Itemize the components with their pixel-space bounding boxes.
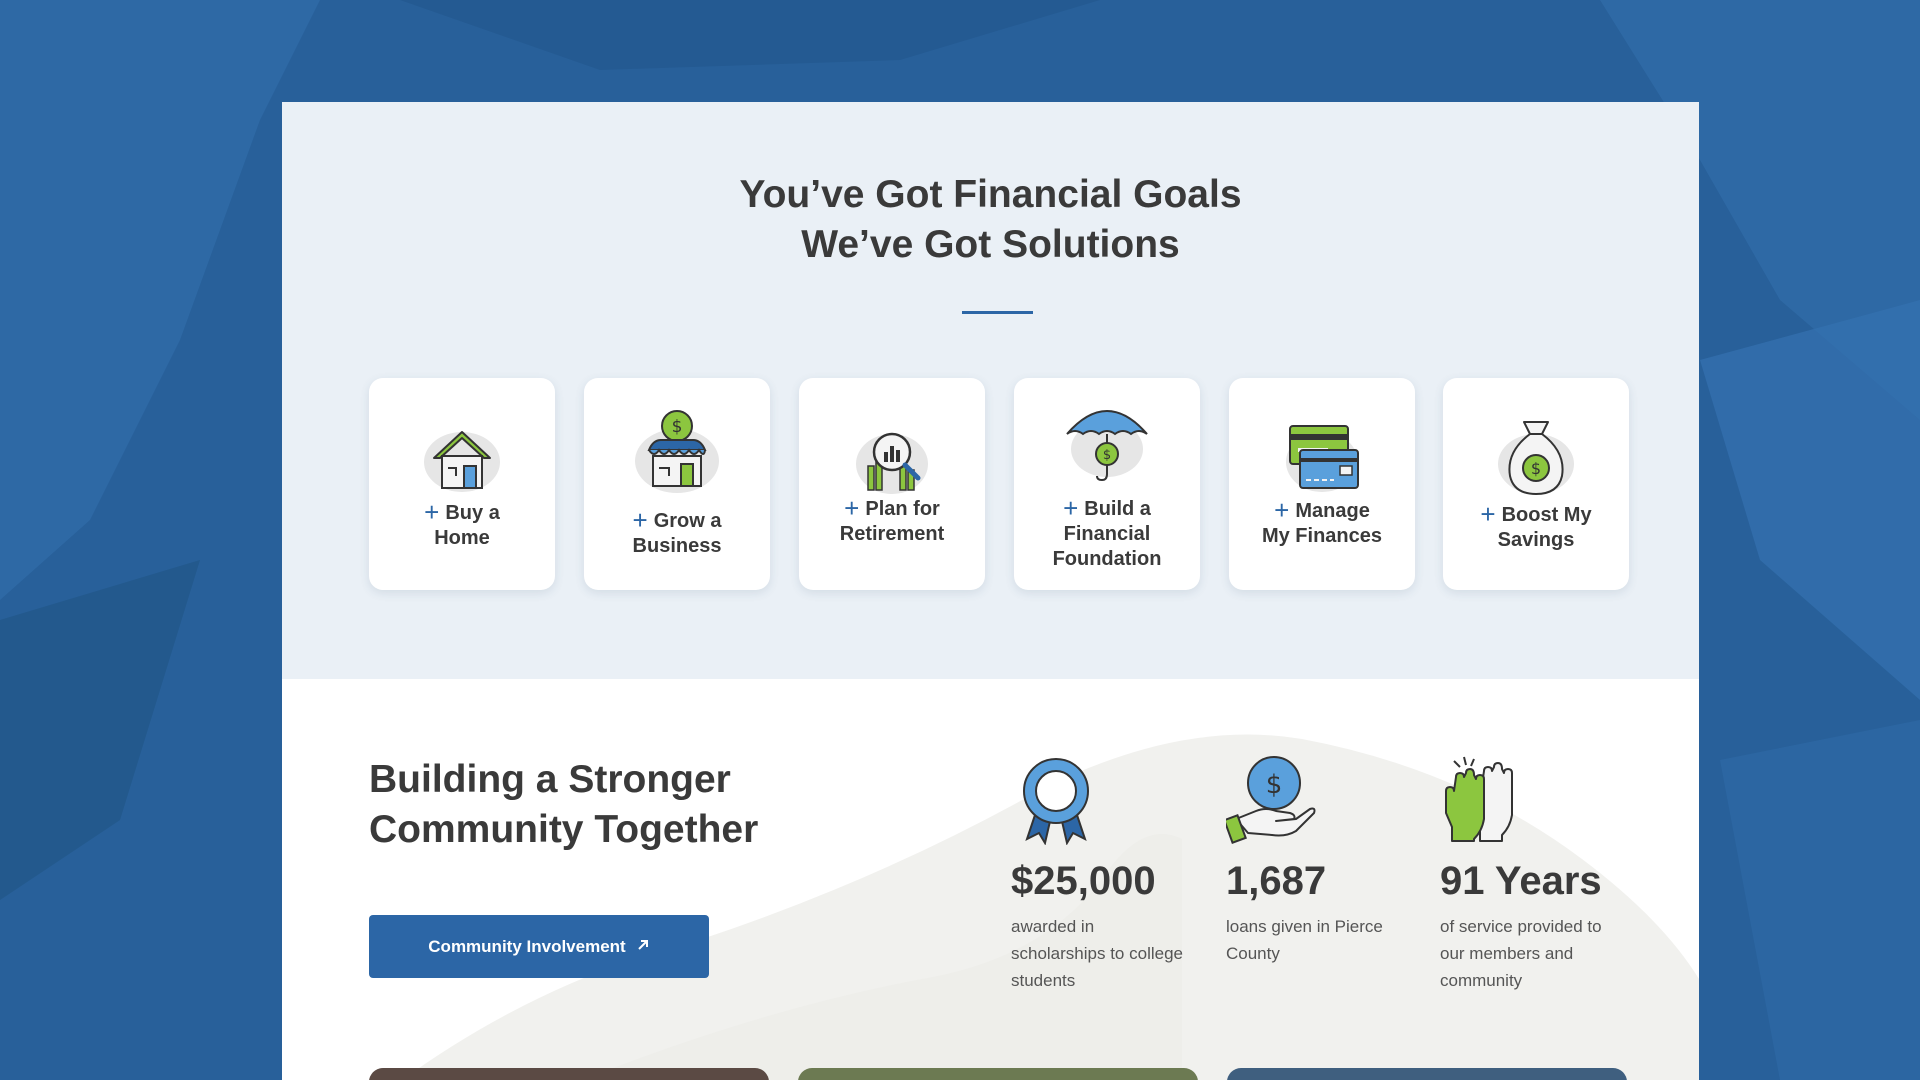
card-label: + Build a Financial Foundation	[1024, 493, 1190, 572]
card-manage-my-finances[interactable]: + Manage My Finances	[1229, 378, 1415, 590]
stat-desc-line1: of service provided to	[1440, 917, 1602, 936]
stat-description: loans given in Pierce County	[1226, 913, 1426, 967]
stat-value: $25,000	[1011, 859, 1156, 903]
stat-desc-line2: County	[1226, 944, 1280, 963]
card-label-line2: My Finances	[1261, 525, 1383, 547]
plus-icon: +	[1274, 495, 1290, 525]
card-label-line2: Savings	[1497, 529, 1575, 551]
umbrella-icon: $	[1057, 394, 1157, 484]
content-panel: You’ve Got Financial Goals We’ve Got Sol…	[282, 102, 1699, 1080]
stat-loans: $ 1,687 loans given in Pierce County	[1226, 755, 1426, 967]
house-icon	[412, 410, 512, 500]
financial-goals-section: You’ve Got Financial Goals We’ve Got Sol…	[282, 102, 1699, 679]
card-buy-a-home[interactable]: + Buy a Home	[369, 378, 555, 590]
card-label-line1: Boost My	[1501, 504, 1592, 526]
community-heading: Building a Stronger Community Together	[369, 755, 849, 855]
stat-description: of service provided to our members and c…	[1440, 913, 1640, 994]
card-label-line1: Manage	[1295, 500, 1370, 522]
magnifier-chart-icon	[842, 412, 942, 502]
card-label-line1: Plan for	[865, 498, 940, 520]
card-label-line2: Retirement	[839, 523, 945, 545]
cta-label: Community Involvement	[428, 936, 626, 956]
card-boost-my-savings[interactable]: $ + Boost My Savings	[1443, 378, 1629, 590]
community-section: Building a Stronger Community Together C…	[282, 679, 1699, 1080]
svg-text:$: $	[1531, 459, 1541, 478]
plus-icon: +	[1480, 499, 1496, 529]
card-build-a-financial-foundation[interactable]: $ + Build a Financial Foundation	[1014, 378, 1200, 590]
community-photo-3[interactable]	[1227, 1068, 1627, 1080]
card-label: + Boost My Savings	[1453, 499, 1619, 553]
stat-desc-line1: loans given in Pierce	[1226, 917, 1383, 936]
card-label-line3: Foundation	[1052, 548, 1162, 570]
svg-text:$: $	[1103, 448, 1111, 463]
heading-divider	[962, 311, 1033, 314]
stat-desc-line2: our members and	[1440, 944, 1574, 963]
community-heading-line1: Building a Stronger	[369, 758, 731, 801]
goals-heading-line2: We’ve Got Solutions	[801, 223, 1180, 266]
money-bag-icon: $	[1486, 412, 1586, 502]
community-heading-line2: Community Together	[369, 808, 759, 851]
stat-description: awarded in scholarships to college stude…	[1011, 913, 1211, 994]
card-label-line1: Grow a	[653, 510, 722, 532]
stat-desc-line3: students	[1011, 971, 1076, 990]
community-photo-1[interactable]	[369, 1068, 769, 1080]
stat-value: 1,687	[1226, 859, 1327, 903]
stat-value: 91 Years	[1440, 859, 1602, 903]
plus-icon: +	[844, 493, 860, 523]
card-label: + Grow a Business	[594, 505, 760, 559]
goal-cards: + Buy a Home $ + Grow a Business + Plan …	[369, 378, 1629, 590]
card-label: + Manage My Finances	[1239, 495, 1405, 549]
stat-desc-line1: awarded in	[1011, 917, 1095, 936]
stat-desc-line2: scholarships to college	[1011, 944, 1183, 963]
goals-heading-line1: You’ve Got Financial Goals	[739, 173, 1242, 216]
storefront-icon: $	[627, 406, 727, 496]
stat-years-of-service: 91 Years of service provided to our memb…	[1440, 755, 1640, 994]
svg-text:$: $	[672, 417, 683, 437]
goals-heading: You’ve Got Financial Goals We’ve Got Sol…	[282, 170, 1699, 270]
card-label-line2: Business	[632, 535, 722, 557]
card-label: + Buy a Home	[379, 497, 545, 551]
plus-icon: +	[1063, 493, 1079, 523]
svg-text:$: $	[1266, 770, 1283, 800]
credit-cards-icon	[1272, 412, 1372, 502]
card-label-line2: Financial	[1063, 523, 1151, 545]
plus-icon: +	[424, 497, 440, 527]
hand-coin-icon: $	[1226, 756, 1316, 844]
plus-icon: +	[632, 505, 648, 535]
community-photo-2[interactable]	[798, 1068, 1198, 1080]
card-label: + Plan for Retirement	[809, 493, 975, 547]
card-label-line2: Home	[434, 527, 490, 549]
stat-scholarships: $25,000 awarded in scholarships to colle…	[1011, 755, 1211, 994]
award-ribbon-icon	[1023, 758, 1089, 845]
card-grow-a-business[interactable]: $ + Grow a Business	[584, 378, 770, 590]
high-five-icon	[1445, 756, 1513, 842]
card-label-line1: Buy a	[445, 502, 500, 524]
stat-desc-line3: community	[1440, 971, 1523, 990]
card-label-line1: Build a	[1084, 498, 1151, 520]
external-arrow-icon	[636, 937, 650, 957]
card-plan-for-retirement[interactable]: + Plan for Retirement	[799, 378, 985, 590]
community-involvement-button[interactable]: Community Involvement	[369, 915, 709, 978]
